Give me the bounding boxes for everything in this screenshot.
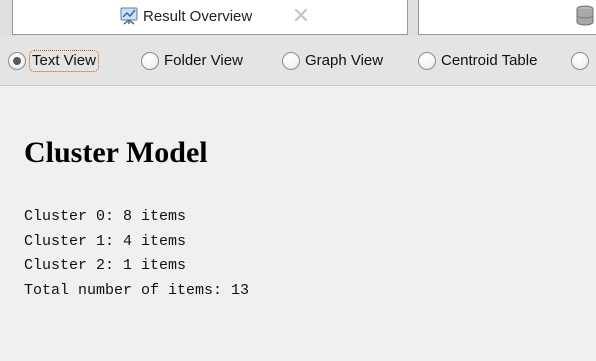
tab-result-overview-label: Result Overview xyxy=(143,8,253,25)
radio-text-view[interactable]: Text View xyxy=(8,50,99,72)
radio-unchecked-icon[interactable] xyxy=(418,52,436,70)
cluster-line: Cluster 2: 1 items xyxy=(24,257,187,274)
radio-unchecked-icon[interactable] xyxy=(571,52,589,70)
view-selector: Text View Folder View Graph View Centroi… xyxy=(0,36,596,86)
radio-next-view[interactable] xyxy=(571,51,589,71)
tab-strip: Result Overview xyxy=(0,0,596,36)
radio-centroid-table-label: Centroid Table xyxy=(441,52,538,69)
cluster-line: Cluster 0: 8 items xyxy=(24,208,187,225)
text-view-panel: Cluster Model Cluster 0: 8 items Cluster… xyxy=(0,86,596,361)
radio-folder-view[interactable]: Folder View xyxy=(141,51,243,71)
total-items-line: Total number of items: 13 xyxy=(24,281,250,299)
radio-folder-view-label: Folder View xyxy=(164,52,243,69)
cluster-summary: Cluster 0: 8 items Cluster 1: 4 items Cl… xyxy=(24,205,249,303)
tab-result-overview[interactable]: Result Overview xyxy=(12,0,408,35)
close-icon[interactable] xyxy=(293,7,309,23)
page-title: Cluster Model xyxy=(24,136,208,169)
radio-text-view-label: Text View xyxy=(29,50,99,72)
tab-second[interactable] xyxy=(418,0,596,35)
radio-unchecked-icon[interactable] xyxy=(282,52,300,70)
cluster-line: Cluster 1: 4 items xyxy=(24,232,187,250)
database-icon xyxy=(574,5,596,27)
radio-checked-icon[interactable] xyxy=(8,52,26,70)
radio-graph-view[interactable]: Graph View xyxy=(282,51,383,71)
radio-graph-view-label: Graph View xyxy=(305,52,384,69)
radio-centroid-table[interactable]: Centroid Table xyxy=(418,51,537,71)
radio-unchecked-icon[interactable] xyxy=(141,52,159,70)
result-overview-icon xyxy=(119,7,139,25)
